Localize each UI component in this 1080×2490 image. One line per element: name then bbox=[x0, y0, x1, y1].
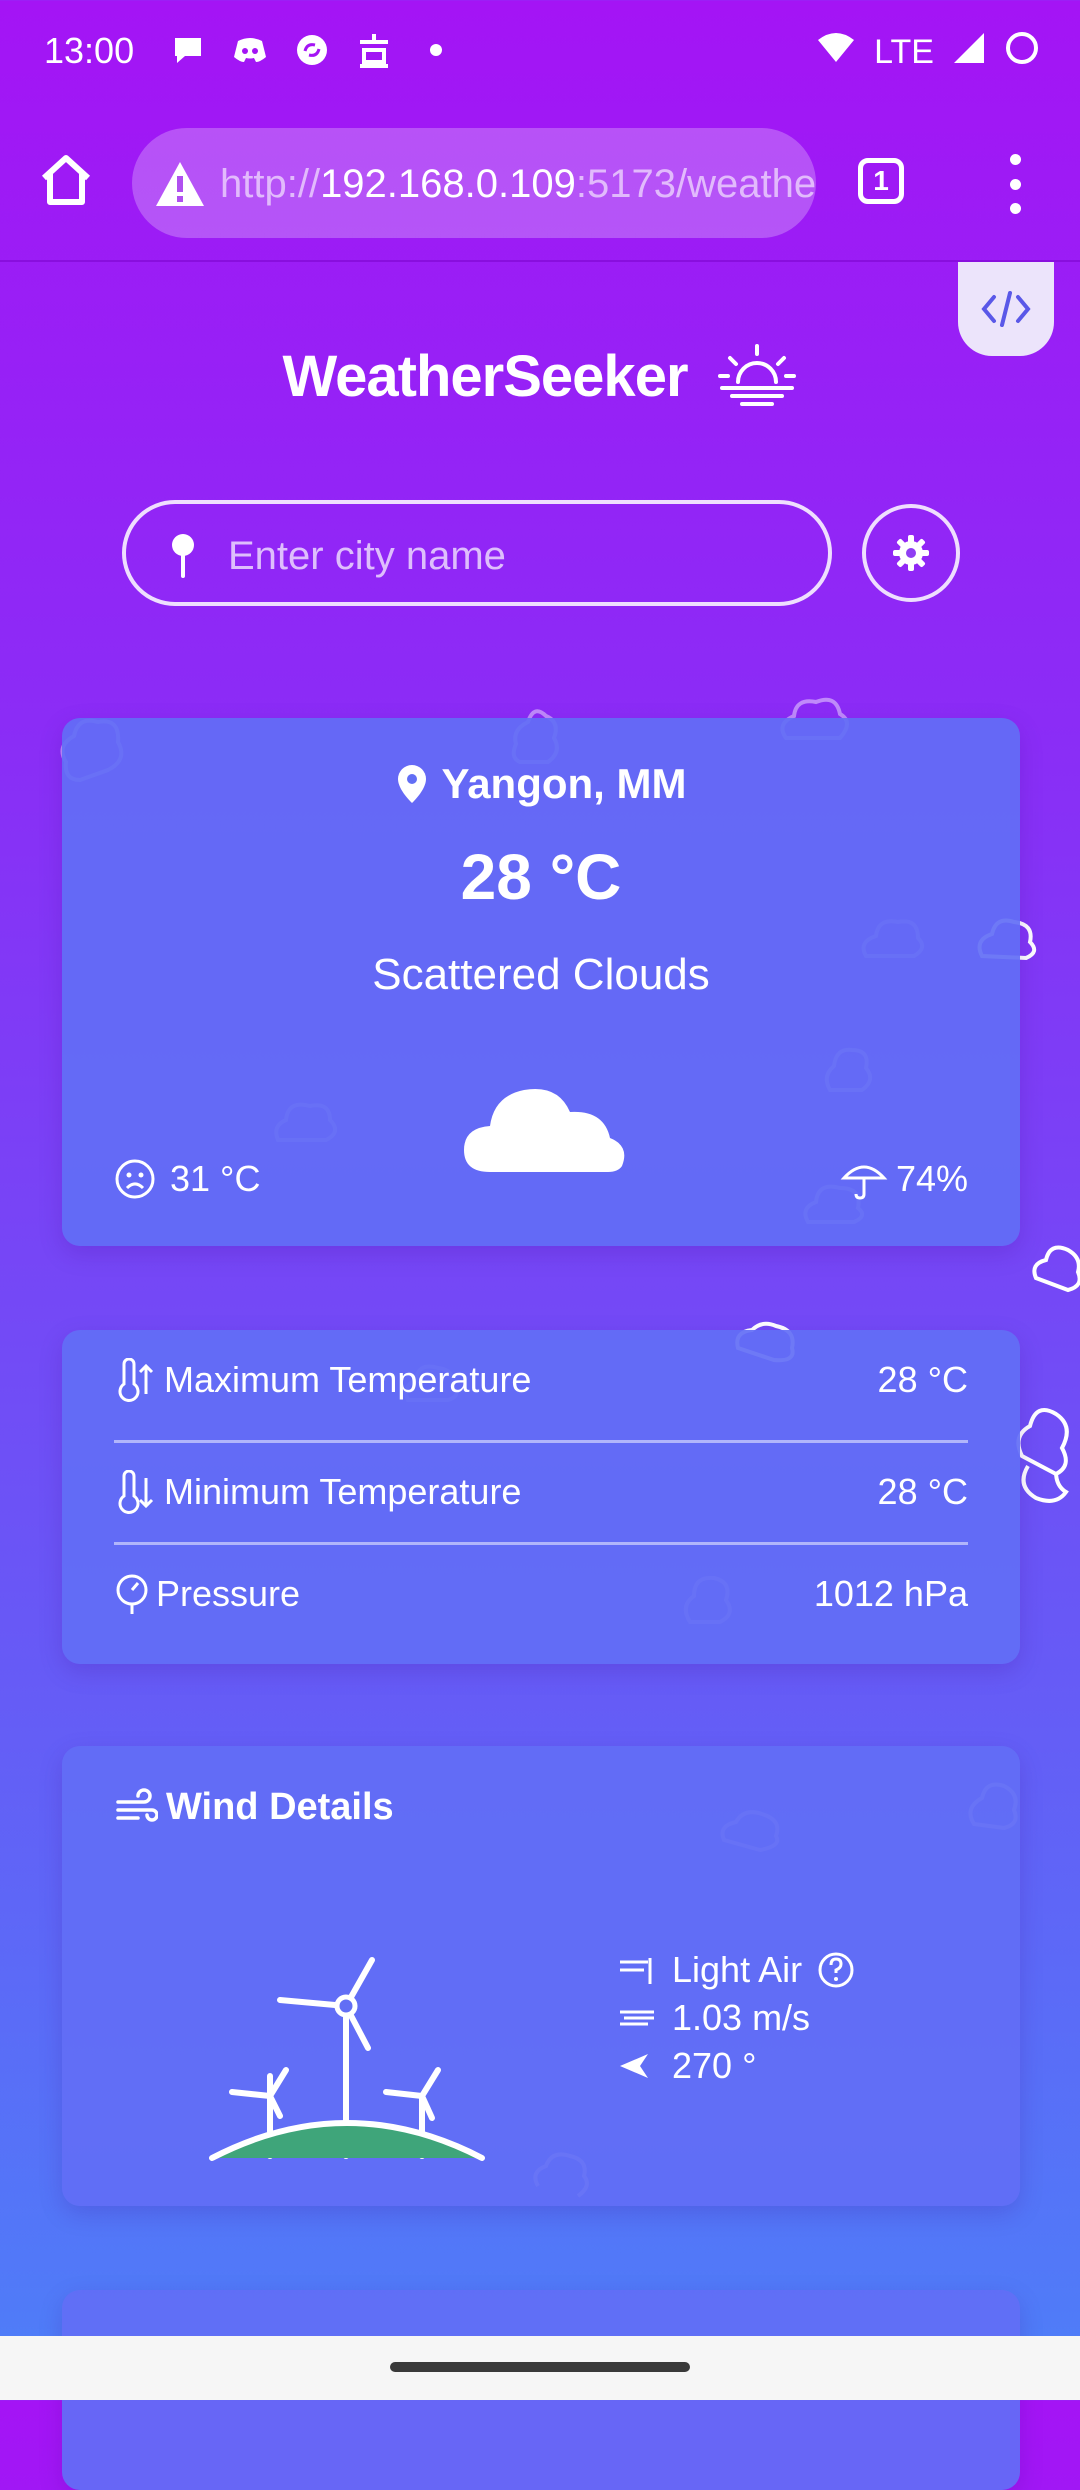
weather-description: Scattered Clouds bbox=[372, 950, 710, 999]
cloud-icon bbox=[464, 1088, 625, 1172]
detail-row-max-temp: Maximum Temperature 28 °C bbox=[114, 1330, 968, 1430]
sync-icon bbox=[294, 32, 330, 68]
location-pin-icon bbox=[397, 765, 426, 803]
windsock-icon bbox=[620, 1958, 652, 1984]
thermometer-down-icon bbox=[118, 1470, 154, 1514]
menu-dot bbox=[1009, 178, 1021, 190]
status-time: 13:00 bbox=[44, 30, 135, 71]
decorative-cloud-icon bbox=[1032, 1245, 1080, 1293]
news-icon bbox=[356, 32, 392, 68]
current-temperature: 28 °C bbox=[460, 841, 622, 913]
menu-dot bbox=[1009, 154, 1021, 165]
detail-row-min-temp: Minimum Temperature 28 °C bbox=[114, 1442, 968, 1542]
menu-dot bbox=[1009, 203, 1021, 214]
sunrise-icon bbox=[717, 344, 796, 406]
wind-condition: Light Air bbox=[616, 1946, 856, 1994]
battery-icon bbox=[1004, 30, 1040, 75]
status-bar: 13:00 LTE bbox=[0, 0, 1080, 110]
app-header: WeatherSeeker bbox=[0, 340, 1080, 412]
url-path: :5173/weather bbox=[575, 162, 816, 206]
speed-lines-icon bbox=[620, 2010, 654, 2026]
system-indicators: LTE bbox=[816, 30, 1040, 75]
browser-toolbar: http://192.168.0.109:5173/weather 1 bbox=[0, 110, 1080, 262]
location: Yangon, MM bbox=[62, 760, 1020, 808]
browser-menu-button[interactable] bbox=[1000, 154, 1030, 214]
home-gesture-handle[interactable] bbox=[390, 2362, 690, 2372]
wind-icon bbox=[116, 1787, 158, 1822]
dot-icon bbox=[418, 32, 454, 68]
pin-icon bbox=[172, 534, 194, 578]
wifi-icon bbox=[816, 32, 856, 73]
location-name: Yangon, MM bbox=[441, 760, 687, 807]
wind-condition-text: Light Air bbox=[672, 1949, 803, 1990]
humidity: 74% bbox=[840, 1158, 968, 1200]
not-secure-warning-icon[interactable] bbox=[152, 156, 208, 212]
feels-like: 31 °C bbox=[114, 1158, 260, 1200]
current-weather-card: Yangon, MM 28 °C Scattered Clouds 31 °C … bbox=[62, 718, 1020, 1246]
url-text: http://192.168.0.109:5173/weather bbox=[220, 162, 816, 207]
detail-value: 28 °C bbox=[877, 1471, 968, 1512]
home-icon bbox=[41, 155, 91, 205]
umbrella-icon bbox=[840, 1165, 888, 1200]
city-search-box[interactable] bbox=[122, 500, 832, 606]
detail-label: Minimum Temperature bbox=[164, 1471, 522, 1512]
wind-speed-text: 1.03 m/s bbox=[672, 1997, 811, 2038]
wind-info: Light Air 1.03 m/s 270 ° bbox=[616, 1946, 856, 2090]
app-title: WeatherSeeker bbox=[282, 343, 688, 409]
tab-count: 1 bbox=[873, 165, 889, 196]
detail-value: 1012 hPa bbox=[813, 1573, 968, 1614]
network-type: LTE bbox=[874, 33, 934, 71]
wind-direction: 270 ° bbox=[616, 2042, 856, 2090]
navigation-bar bbox=[0, 2336, 1080, 2400]
url-scheme: http:// bbox=[220, 162, 321, 206]
detail-value: 28 °C bbox=[877, 1359, 968, 1400]
city-search-input[interactable] bbox=[226, 528, 790, 584]
code-icon bbox=[981, 291, 1031, 327]
direction-arrow-icon bbox=[620, 2054, 648, 2078]
wind-direction-text: 270 ° bbox=[672, 2045, 757, 2086]
detail-label: Pressure bbox=[156, 1573, 301, 1614]
detail-row-pressure: Pressure 1012 hPa bbox=[114, 1544, 968, 1644]
temperature-details-card: Maximum Temperature 28 °C Minimum Temper… bbox=[62, 1330, 1020, 1664]
wind-turbines-illustration bbox=[209, 1957, 485, 2161]
signal-icon bbox=[952, 31, 986, 74]
wind-details-card: Wind Details Light Air 1.03 m/s 270 ° bbox=[62, 1746, 1020, 2206]
address-bar[interactable]: http://192.168.0.109:5173/weather bbox=[132, 128, 816, 238]
detail-label: Maximum Temperature bbox=[164, 1359, 532, 1400]
help-icon[interactable] bbox=[816, 1950, 856, 1990]
url-host: 192.168.0.109 bbox=[320, 162, 576, 206]
feels-like-value: 31 °C bbox=[170, 1158, 261, 1199]
chat-bubble-icon bbox=[170, 32, 206, 68]
discord-icon bbox=[232, 32, 268, 68]
gear-icon bbox=[893, 535, 929, 571]
humidity-value: 74% bbox=[895, 1158, 968, 1199]
thermometer-up-icon bbox=[118, 1358, 154, 1402]
gauge-icon bbox=[116, 1574, 148, 1614]
wind-speed: 1.03 m/s bbox=[616, 1994, 856, 2042]
notification-icons bbox=[170, 32, 454, 68]
wind-title-text: Wind Details bbox=[166, 1786, 394, 1828]
sad-face-icon bbox=[115, 1159, 155, 1199]
decorative-cloud-icon bbox=[1016, 1408, 1069, 1503]
home-button[interactable] bbox=[36, 150, 96, 210]
tab-switcher-button[interactable]: 1 bbox=[858, 158, 904, 204]
settings-button[interactable] bbox=[862, 504, 960, 602]
wind-title: Wind Details bbox=[114, 1786, 394, 1829]
